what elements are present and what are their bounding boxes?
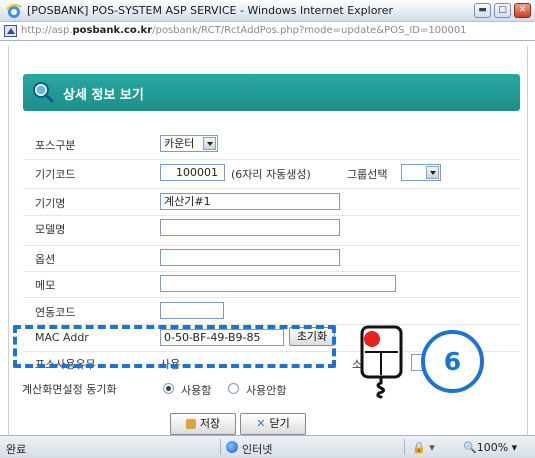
highlight-box [13,325,336,368]
chevron-down-icon [203,137,216,150]
sync-nouse-label: 사용안함 [246,384,287,397]
device-name-field[interactable]: 계산기#1 [160,193,340,210]
group-select-label: 그룹선택 [347,168,388,181]
sync-nouse-radio[interactable] [228,383,239,394]
model-name-field[interactable] [160,219,340,236]
section-title: 상세 정보 보기 [63,88,144,103]
memo-label: 메모 [35,279,56,292]
status-bar: 완료 인터넷 🔒 ▾ 🔍100% ▾ [0,435,535,458]
security-zone: 인터넷 [242,443,273,456]
divider [23,245,520,246]
protected-mode-icon[interactable]: 🔒 ▾ [412,441,435,454]
model-name-label: 모델명 [35,223,66,236]
link-code-field[interactable] [160,302,224,319]
close-window-button[interactable]: ✕ [514,3,531,18]
device-name-label: 기기명 [35,197,66,210]
zoom-control[interactable]: 🔍100% ▾ [463,441,517,454]
maximize-button[interactable]: □ [494,3,511,18]
address-bar[interactable]: http://asp.posbank.co.kr/posbank/RCT/Rct… [0,22,535,41]
sync-use-radio[interactable] [163,383,174,394]
pos-type-value: 카운터 [164,137,195,150]
close-button[interactable]: ✕ 닫기 [240,413,306,435]
pos-type-select[interactable]: 카운터 [160,135,218,152]
device-code-label: 기기코드 [35,168,76,181]
option-field[interactable] [160,249,340,266]
save-button[interactable]: 저장 [170,413,236,435]
chevron-down-icon [426,166,439,179]
device-code-hint: (6자리 자동생성) [231,168,311,181]
device-code-field[interactable]: 100001 [160,164,225,181]
close-x-icon: ✕ [256,417,266,430]
sync-label: 계산화면설정 동기화 [22,383,117,396]
divider [23,271,520,272]
magnifier-icon [33,82,54,103]
window-titlebar: [POSBANK] POS-SYSTEM ASP SERVICE - Windo… [0,0,535,22]
sync-use-label: 사용함 [181,384,212,397]
save-icon [185,419,196,429]
internet-explorer-icon [6,3,22,18]
pos-type-label: 포스구분 [35,139,76,152]
divider [220,439,221,455]
url-text[interactable]: http://asp.posbank.co.kr/posbank/RCT/Rct… [21,25,467,36]
divider [23,297,520,298]
status-text: 완료 [6,443,27,456]
option-label: 옵션 [35,253,56,266]
divider [23,215,520,216]
divider [404,439,405,455]
close-label: 닫기 [269,417,290,430]
page-icon [4,25,17,37]
memo-field[interactable] [160,275,396,292]
divider [23,188,520,189]
tap-device-icon [360,325,403,399]
link-code-label: 연동코드 [35,306,76,319]
zoom-level: 100% [476,441,509,454]
window-title: [POSBANK] POS-SYSTEM ASP SERVICE - Windo… [27,4,393,17]
save-label: 저장 [199,417,221,430]
group-select[interactable] [401,164,441,181]
divider [23,159,520,160]
step-number-badge: 6 [421,330,484,393]
globe-icon [226,441,238,453]
section-header: 상세 정보 보기 [23,74,520,111]
minimize-button[interactable]: ▬ [474,3,491,18]
